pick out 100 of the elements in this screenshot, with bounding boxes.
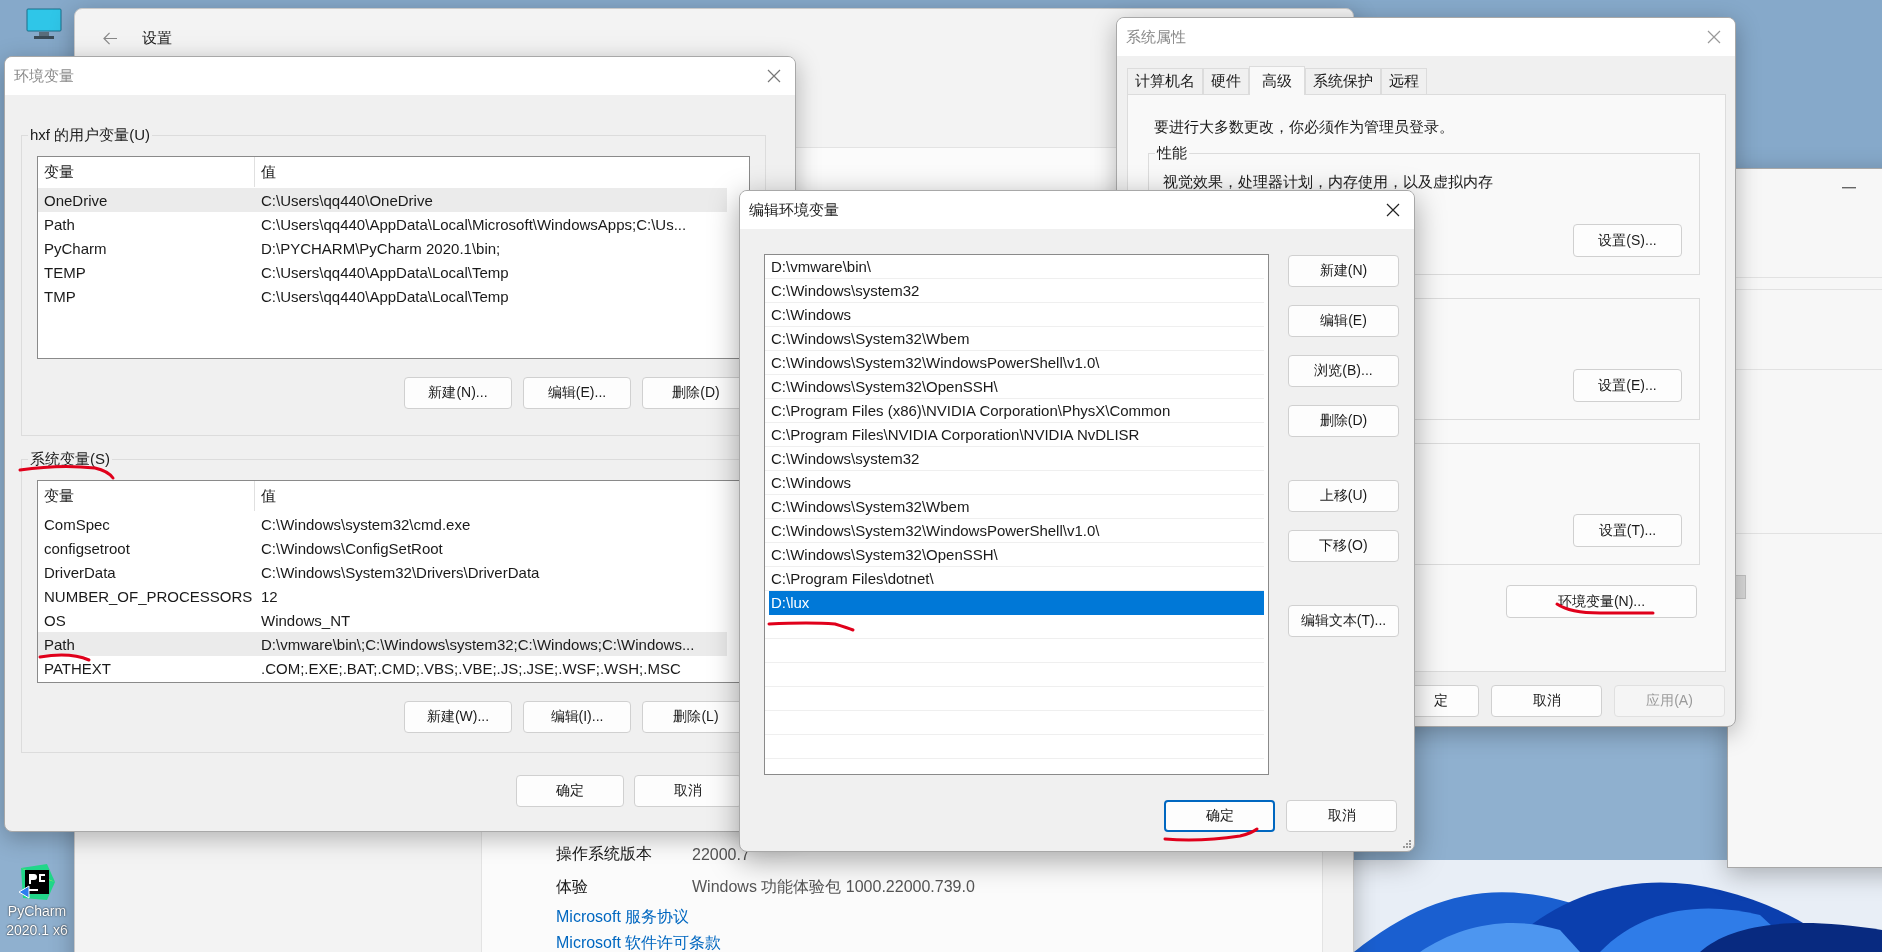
variable-value: C:\Users\qq440\AppData\Local\Microsoft\WindowsApps;C:\Us... xyxy=(260,215,687,233)
list-row[interactable]: TEMP C:\Users\qq440\AppData\Local\Temp xyxy=(38,260,727,284)
monitor-icon[interactable] xyxy=(26,8,62,40)
variable-value: Windows_NT xyxy=(260,611,351,629)
list-row[interactable]: ComSpec C:\Windows\system32\cmd.exe xyxy=(38,512,727,536)
variable-name: NUMBER_OF_PROCESSORS xyxy=(43,587,254,605)
dialog-button[interactable]: 编辑(E)... xyxy=(523,377,631,409)
variable-value: C:\Users\qq440\OneDrive xyxy=(260,191,433,209)
variable-name: OS xyxy=(43,611,67,629)
dialog-button[interactable]: 浏览(B)... xyxy=(1288,355,1399,387)
group-label: 性能 xyxy=(1155,143,1189,163)
variable-name: Path xyxy=(43,215,76,233)
list-row[interactable]: Path C:\Users\qq440\AppData\Local\Microsoft\WindowsApps;C:\Us... xyxy=(38,212,727,236)
variable-name: configsetroot xyxy=(43,539,131,557)
list-item[interactable]: C:\Windows\System32\OpenSSH\ xyxy=(765,375,1264,399)
list-row[interactable]: Path D:\vmware\bin\;C:\Windows\system32;C:\Windows;C:\Windows... xyxy=(38,632,727,656)
list-item[interactable]: C:\Windows\System32\Wbem xyxy=(765,327,1264,351)
app-icon[interactable] xyxy=(17,862,57,902)
list-item[interactable]: C:\Windows xyxy=(765,471,1264,495)
tab[interactable]: 远程 xyxy=(1381,68,1427,94)
close-icon[interactable] xyxy=(1386,203,1400,217)
dialog-button[interactable]: 编辑文本(T)... xyxy=(1288,605,1399,637)
list-item[interactable]: C:\Program Files (x86)\NVIDIA Corporation\PhysX\Common xyxy=(765,399,1264,423)
dialog-button[interactable]: 上移(U) xyxy=(1288,480,1399,512)
list-item[interactable]: C:\Program Files\NVIDIA Corporation\NVIDIA NvDLISR xyxy=(765,423,1264,447)
dialog-title: 环境变量 xyxy=(14,66,74,86)
list-item[interactable]: D:\vmware\bin\ xyxy=(765,255,1264,279)
column-header[interactable]: 值 xyxy=(255,157,276,187)
variable-value: C:\Windows\system32\cmd.exe xyxy=(260,515,471,533)
list-row[interactable]: PyCharm D:\PYCHARM\PyCharm 2020.1\bin; xyxy=(38,236,727,260)
variable-value: D:\vmware\bin\;C:\Windows\system32;C:\Windows;C:\Windows... xyxy=(260,635,695,653)
environment-button[interactable]: 环境变量(N)... xyxy=(1506,585,1697,618)
list-item[interactable]: C:\Windows\system32 xyxy=(765,279,1264,303)
variable-name: PATHEXT xyxy=(43,659,112,677)
list-row[interactable]: PATHEXT .COM;.EXE;.BAT;.CMD;.VBS;.VBE;.JS;.JSE;.WSF;.WSH;.MSC xyxy=(38,656,727,680)
dialog-button[interactable]: 新建(N) xyxy=(1288,255,1399,287)
group-label: hxf 的用户变量(U) xyxy=(28,125,152,145)
list-item[interactable]: D:\lux xyxy=(769,591,1264,615)
column-header[interactable]: 变量 xyxy=(38,157,255,187)
variable-name: ComSpec xyxy=(43,515,111,533)
tab[interactable]: 硬件 xyxy=(1203,68,1249,94)
variable-value: C:\Users\qq440\AppData\Local\Temp xyxy=(260,263,509,281)
settings-button[interactable]: 设置(T)... xyxy=(1573,514,1682,547)
list-item[interactable]: C:\Windows\system32 xyxy=(765,447,1264,471)
column-header[interactable]: 值 xyxy=(255,481,276,511)
list-row[interactable]: NUMBER_OF_PROCESSORS 12 xyxy=(38,584,727,608)
list-row[interactable]: DriverData C:\Windows\System32\Drivers\DriverData xyxy=(38,560,727,584)
variable-value: 12 xyxy=(260,587,278,605)
variable-name: DriverData xyxy=(43,563,117,581)
list-item[interactable]: C:\Windows\System32\WindowsPowerShell\v1.0\ xyxy=(765,351,1264,375)
list-row[interactable]: OS Windows_NT xyxy=(38,608,727,632)
dialog-button[interactable]: 编辑(I)... xyxy=(523,701,631,733)
annotation-stroke xyxy=(38,653,91,662)
icon-label: PyCharm xyxy=(7,902,67,921)
settings-button[interactable]: 设置(S)... xyxy=(1573,224,1682,257)
dialog-button[interactable]: 新建(N)... xyxy=(404,377,512,409)
settings-button[interactable]: 设置(E)... xyxy=(1573,369,1682,402)
notice-text: 要进行大多数更改，你必须作为管理员登录。 xyxy=(1154,117,1455,137)
list-row[interactable]: configsetroot C:\Windows\ConfigSetRoot xyxy=(38,536,727,560)
info-value: Windows 功能体验包 1000.22000.739.0 xyxy=(692,877,975,897)
dialog-button[interactable]: 取消 xyxy=(1491,685,1602,717)
variable-value: D:\PYCHARM\PyCharm 2020.1\bin; xyxy=(260,239,501,257)
tab[interactable]: 计算机名 xyxy=(1127,68,1203,94)
column-header[interactable]: 变量 xyxy=(38,481,255,511)
dialog-button[interactable]: 取消 xyxy=(634,775,742,807)
tab[interactable]: 系统保护 xyxy=(1305,68,1381,94)
tab[interactable]: 高级 xyxy=(1249,66,1305,95)
list-item[interactable]: C:\Windows xyxy=(765,303,1264,327)
dialog-button[interactable]: 取消 xyxy=(1286,800,1397,832)
minimize-icon[interactable] xyxy=(1842,187,1856,189)
list-row[interactable]: OneDrive C:\Users\qq440\OneDrive xyxy=(38,188,727,212)
variable-value: C:\Windows\ConfigSetRoot xyxy=(260,539,443,557)
dialog-button[interactable]: 编辑(E) xyxy=(1288,305,1399,337)
dialog-button[interactable]: 删除(D) xyxy=(1288,405,1399,437)
variable-name: TEMP xyxy=(43,263,87,281)
dialog-title: 系统属性 xyxy=(1126,27,1186,47)
link[interactable]: Microsoft 服务协议 xyxy=(556,904,690,930)
list-row[interactable]: TMP C:\Users\qq440\AppData\Local\Temp xyxy=(38,284,727,308)
info-label: 体验 xyxy=(556,877,589,897)
info-label: 操作系统版本 xyxy=(556,844,653,864)
variable-name: Path xyxy=(43,635,76,653)
resize-grip-icon[interactable] xyxy=(1403,840,1411,848)
list-item[interactable]: C:\Windows\System32\Wbem xyxy=(765,495,1264,519)
dialog-button[interactable]: 新建(W)... xyxy=(404,701,512,733)
back-arrow-icon[interactable] xyxy=(103,31,118,45)
dialog-title: 编辑环境变量 xyxy=(749,200,839,220)
dialog-button[interactable]: 确定 xyxy=(1164,800,1275,832)
dialog-button[interactable]: 确定 xyxy=(516,775,624,807)
window-title: 设置 xyxy=(142,28,172,48)
link[interactable]: Microsoft 软件许可条款 xyxy=(556,930,722,952)
variable-value: C:\Windows\System32\Drivers\DriverData xyxy=(260,563,540,581)
variable-name: PyCharm xyxy=(43,239,108,257)
group-description: 视觉效果，处理器计划，内存使用，以及虚拟内存 xyxy=(1163,172,1493,192)
variable-value: C:\Users\qq440\AppData\Local\Temp xyxy=(260,287,509,305)
list-item[interactable]: C:\Windows\System32\OpenSSH\ xyxy=(765,543,1264,567)
dialog-button[interactable]: 下移(O) xyxy=(1288,530,1399,562)
icon-label: 2020.1 x6 xyxy=(6,921,68,940)
variable-name: TMP xyxy=(43,287,77,305)
variable-name: OneDrive xyxy=(43,191,109,209)
list-item[interactable]: C:\Windows\System32\WindowsPowerShell\v1.0\ xyxy=(765,519,1264,543)
